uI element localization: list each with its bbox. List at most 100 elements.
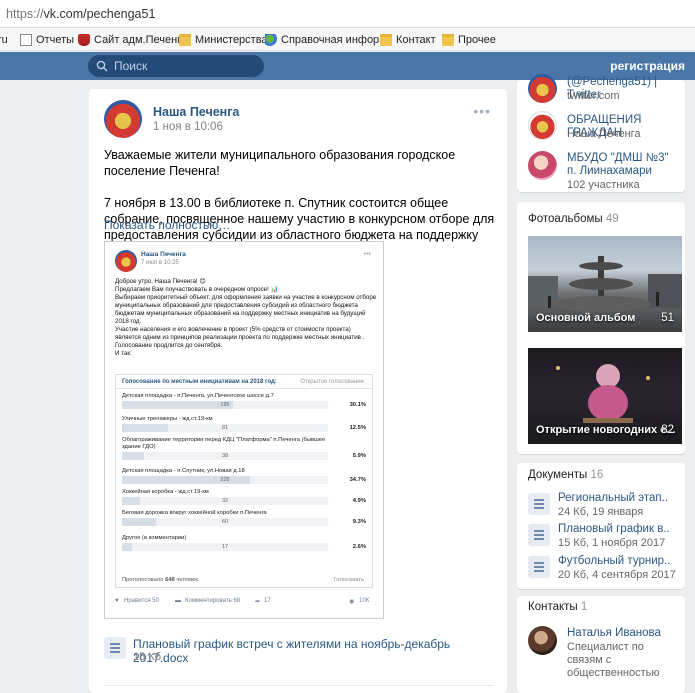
repost-date: 7 июл в 10:25 (141, 260, 179, 266)
comment-icon: ▬ (175, 598, 181, 604)
poll-option-bar-row: 60 9.3% (122, 518, 370, 526)
bookmark-other[interactable]: Прочее (442, 32, 496, 48)
poll-option-count: 60 (221, 519, 229, 525)
like-count: Нравится 50 (124, 598, 159, 604)
poll-option-bar-row: 195 30.1% (122, 401, 370, 409)
poll-option-count: 38 (221, 453, 229, 459)
author-avatar[interactable] (104, 100, 142, 138)
album-main[interactable]: Основной альбом 51 (528, 236, 682, 332)
post-author[interactable]: Наша Печенга (153, 105, 239, 119)
poll-option-label: Детская площадка - п.Спутник, ул.Новая д… (122, 468, 245, 474)
contact-avatar[interactable] (528, 626, 557, 655)
link-avatar-appeals[interactable] (528, 111, 557, 140)
folder-icon (442, 34, 454, 46)
attachment-size: 15 Кб (133, 651, 161, 663)
albums-title[interactable]: Фотоальбомы 49 (528, 213, 619, 225)
poll-option-percent: 30.1% (349, 402, 366, 408)
document-icon[interactable] (528, 524, 550, 546)
links-block: (@Pechenga51) | Twitter twitter.com ОБРА… (517, 74, 685, 192)
document-meta: 20 Кб, 4 сентября 2017 (558, 569, 676, 581)
repost-avatar (115, 250, 137, 272)
bookmark-ministries[interactable]: Министерства (179, 32, 268, 48)
document-link[interactable]: Плановый график в.. (558, 523, 670, 535)
bookmarks-bar: ru Отчеты Сайт адм.Печенга Министерства … (0, 28, 695, 51)
document-icon[interactable] (528, 556, 550, 578)
contacts-title[interactable]: Контакты 1 (528, 601, 587, 613)
attachment-name[interactable]: Плановый график встреч с жителями на ноя… (133, 637, 507, 665)
document-link[interactable]: Региональный этап.. (558, 492, 668, 504)
share-count: 17 (264, 598, 271, 604)
documents-block: Документы 16 Региональный этап.. 24 Кб, … (517, 463, 685, 589)
poll-option-count: 17 (221, 544, 229, 550)
poll-option-bar-row: 81 12.5% (122, 424, 370, 432)
poll-option-percent: 34.7% (349, 477, 366, 483)
bookmark-reports[interactable]: Отчеты (20, 32, 74, 48)
documents-title[interactable]: Документы 16 (528, 469, 603, 481)
poll-option-label: Детская площадка - п.Печенга, ул.Печенгс… (122, 393, 274, 399)
search-icon (96, 60, 108, 72)
poll-option: Беговая дорожка вокруг хоккейной коробки… (122, 510, 370, 526)
poll-option: Другое (в комментарии) 17 2.6% (122, 535, 370, 551)
poll-option-percent: 9.3% (352, 519, 366, 525)
repost-text: Доброе утро, Наша Печенга! 😊 Предлагаем … (115, 278, 377, 357)
coat-of-arms-icon (78, 34, 90, 46)
like-icon: ♥ (115, 598, 119, 604)
poll: Голосование по местным инициативам на 20… (115, 374, 373, 588)
repost-author: Наша Печенга (141, 251, 186, 258)
post-menu-icon[interactable]: ••• (473, 103, 491, 119)
poll-option-bar-row: 32 4.9% (122, 497, 370, 505)
post-date[interactable]: 1 ноя в 10:06 (153, 121, 223, 133)
poll-type: Открытое голосование (300, 379, 364, 385)
contact-role: Специалист по связям с общественностью (567, 641, 660, 679)
album-new-year[interactable]: Открытие новогодних е... 82 (528, 348, 682, 444)
divider (104, 685, 494, 686)
post-image[interactable]: Наша Печенга 7 июл в 10:25 ••• Доброе ут… (104, 241, 384, 619)
page-icon (20, 34, 32, 46)
folder-icon (179, 34, 191, 46)
comment-count: Комментировать 68 (185, 598, 241, 604)
photo-albums-block: Фотоальбомы 49 Основной альбом 51 Открыт… (517, 202, 685, 454)
views-count: 10K (359, 598, 370, 604)
share-icon: ➦ (255, 599, 261, 605)
poll-option-count: 32 (221, 498, 229, 504)
show-more-link[interactable]: Показать полностью… (104, 218, 230, 232)
document-icon[interactable] (528, 493, 550, 515)
document-link[interactable]: Футбольный турнир.. (558, 555, 670, 567)
poll-option-count: 225 (220, 477, 230, 483)
poll-option: Детская площадка - п.Печенга, ул.Печенгс… (122, 393, 370, 409)
poll-option: Облагораживание территории перед КДЦ "Пл… (122, 437, 370, 460)
link-avatar-music-school[interactable] (528, 151, 557, 180)
album-new-year-caption: Открытие новогодних е... (536, 424, 676, 436)
site-icon (265, 34, 277, 46)
browser-address-bar[interactable]: https://vk.com/pechenga51 (0, 0, 695, 28)
poll-option-bar-row: 17 2.6% (122, 543, 370, 551)
poll-option: Детская площадка - п.Спутник, ул.Новая д… (122, 468, 370, 484)
bookmark-contact[interactable]: Контакт (380, 32, 436, 48)
poll-option-percent: 12.5% (349, 425, 366, 431)
poll-option-percent: 4.9% (352, 498, 366, 504)
poll-header: Голосование по местным инициативам на 20… (116, 375, 372, 389)
link-avatar-twitter[interactable] (528, 74, 557, 103)
link-music-school[interactable]: МБУДО "ДМШ №3" п. Лиинахамари (567, 152, 679, 178)
search-input[interactable]: Поиск (88, 55, 264, 77)
link-music-school-sub: 102 участника (567, 179, 640, 191)
repost-menu-icon: ••• (363, 251, 371, 258)
register-link[interactable]: регистрация (610, 59, 685, 73)
url-text[interactable]: https://vk.com/pechenga51 (6, 7, 155, 21)
bookmark-reference-info[interactable]: Справочная инфор (265, 32, 379, 48)
album-main-count: 51 (661, 312, 674, 324)
album-new-year-count: 82 (661, 424, 674, 436)
bookmark-ru[interactable]: ru (0, 32, 8, 48)
document-meta: 24 Кб, 19 января (558, 506, 644, 518)
poll-option-percent: 5.9% (352, 453, 366, 459)
contact-name[interactable]: Наталья Иванова (567, 627, 661, 640)
contacts-block: Контакты 1 Наталья Иванова Специалист по… (517, 596, 685, 693)
poll-option-percent: 2.6% (352, 544, 366, 550)
bookmark-admin-site[interactable]: Сайт адм.Печенга (78, 32, 187, 48)
poll-option-count: 195 (220, 402, 230, 408)
link-appeals-sub: Наша Печенга (567, 128, 641, 140)
vote-link: Голосовать (333, 577, 365, 583)
poll-option: Хоккейная коробка - жд.ст.19-км 32 4.9% (122, 489, 370, 505)
document-icon[interactable] (104, 637, 126, 659)
poll-option-count: 81 (221, 425, 229, 431)
